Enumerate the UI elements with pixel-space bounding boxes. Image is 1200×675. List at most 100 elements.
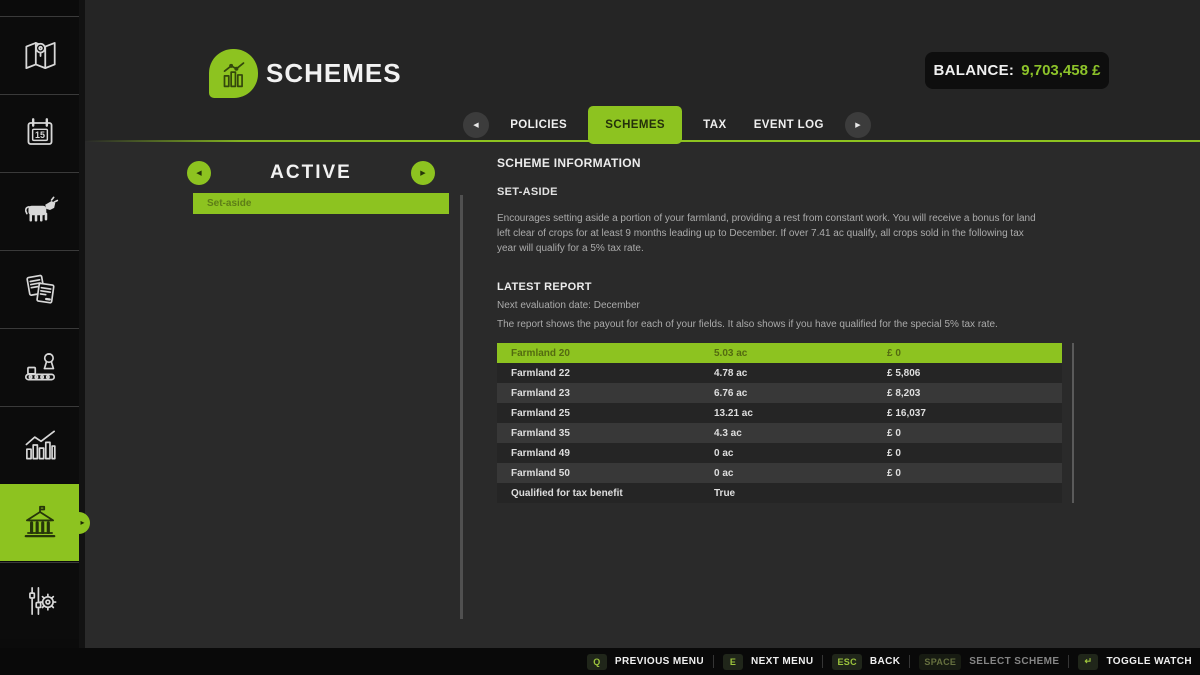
field-area-cell: 6.76 ac <box>714 388 887 399</box>
shortcut-next-menu: E NEXT MENU <box>723 654 814 670</box>
footer-shortcut-bar: Q PREVIOUS MENU E NEXT MENU ESC BACK SPA… <box>0 648 1200 675</box>
footer-separator <box>822 655 823 668</box>
field-area-cell: 0 ac <box>714 448 887 459</box>
table-row-qualified[interactable]: Qualified for tax benefit True <box>497 483 1062 503</box>
chevron-right-icon: ▶ <box>855 121 860 129</box>
cow-icon <box>19 190 61 232</box>
field-area-cell: True <box>714 488 887 499</box>
field-payout-cell: £ 0 <box>887 468 1062 479</box>
scheme-description: Encourages setting aside a portion of yo… <box>497 212 1045 256</box>
key-esc: ESC <box>832 654 861 670</box>
field-area-cell: 4.78 ac <box>714 368 887 379</box>
balance-display: BALANCE: 9,703,458 £ <box>925 52 1109 89</box>
field-payout-cell: £ 8,203 <box>887 388 1062 399</box>
field-name-cell: Farmland 35 <box>511 428 714 439</box>
field-name-cell: Qualified for tax benefit <box>511 488 714 499</box>
latest-report-heading: LATEST REPORT <box>497 281 592 293</box>
sidebar-item-calendar[interactable]: 15 <box>0 94 79 171</box>
field-area-cell: 13.21 ac <box>714 408 887 419</box>
table-scrollbar[interactable] <box>1072 343 1074 503</box>
field-name-cell: Farmland 50 <box>511 468 714 479</box>
table-row[interactable]: Farmland 49 0 ac £ 0 <box>497 443 1062 463</box>
panel-scrollbar[interactable] <box>460 195 463 619</box>
active-sidebar-bump: ▸ <box>68 512 90 534</box>
sidebar-item-statistics[interactable] <box>0 406 79 483</box>
field-payout-cell: £ 0 <box>887 428 1062 439</box>
field-payout-cell: £ 0 <box>887 448 1062 459</box>
field-name-cell: Farmland 23 <box>511 388 714 399</box>
page-title: SCHEMES <box>266 58 402 89</box>
active-bump-arrow-icon: ▸ <box>80 519 84 527</box>
table-row[interactable]: Farmland 22 4.78 ac £ 5,806 <box>497 363 1062 383</box>
sidebar-item-settings[interactable] <box>0 562 79 639</box>
field-name-cell: Farmland 49 <box>511 448 714 459</box>
tab-tax[interactable]: TAX <box>697 119 732 131</box>
key-space: SPACE <box>919 654 961 670</box>
active-schemes-header: ◀ ACTIVE ▶ <box>187 160 435 185</box>
sidebar-item-production[interactable] <box>0 328 79 405</box>
shortcut-label: BACK <box>870 656 901 667</box>
statistics-icon <box>19 424 61 466</box>
balance-value: 9,703,458 £ <box>1021 62 1100 79</box>
sidebar-item-map[interactable] <box>0 16 79 93</box>
chart-logo-icon <box>215 55 253 93</box>
field-area-cell: 5.03 ac <box>714 348 887 359</box>
sidebar-item-finance[interactable]: ▸ <box>0 484 79 561</box>
table-row[interactable]: Farmland 23 6.76 ac £ 8,203 <box>497 383 1062 403</box>
chevron-right-icon: ▶ <box>420 169 425 177</box>
table-row[interactable]: Farmland 50 0 ac £ 0 <box>497 463 1062 483</box>
shortcut-label: PREVIOUS MENU <box>615 656 704 667</box>
schemes-screen: 15 <box>0 0 1200 675</box>
active-scheme-list: Set-aside <box>193 193 449 214</box>
shortcut-label: TOGGLE WATCH <box>1106 656 1192 667</box>
contracts-icon <box>19 268 61 310</box>
table-row[interactable]: Farmland 25 13.21 ac £ 16,037 <box>497 403 1062 423</box>
field-payout-cell: £ 16,037 <box>887 408 1062 419</box>
calendar-icon: 15 <box>19 112 61 154</box>
production-icon <box>19 346 61 388</box>
field-name-cell: Farmland 25 <box>511 408 714 419</box>
footer-separator <box>713 655 714 668</box>
balance-label: BALANCE: <box>934 62 1015 79</box>
next-evaluation-date: Next evaluation date: December <box>497 300 640 311</box>
table-row[interactable]: Farmland 35 4.3 ac £ 0 <box>497 423 1062 443</box>
field-area-cell: 4.3 ac <box>714 428 887 439</box>
sidebar: 15 <box>0 0 79 675</box>
scheme-list-item-set-aside[interactable]: Set-aside <box>193 193 449 214</box>
schemes-logo <box>209 49 258 98</box>
tabs-prev-button[interactable]: ◀ <box>463 112 489 138</box>
payout-table: Farmland 20 5.03 ac £ 0 Farmland 22 4.78… <box>497 343 1062 503</box>
sidebar-item-contracts[interactable] <box>0 250 79 327</box>
shortcut-previous-menu: Q PREVIOUS MENU <box>587 654 704 670</box>
scheme-name-heading: SET-ASIDE <box>497 186 558 198</box>
field-payout-cell: £ 5,806 <box>887 368 1062 379</box>
tab-bar: ◀ POLICIES SCHEMES TAX EVENT LOG ▶ <box>463 106 871 144</box>
table-row[interactable]: Farmland 20 5.03 ac £ 0 <box>497 343 1062 363</box>
chevron-left-icon: ◀ <box>196 169 201 177</box>
footer-separator <box>1068 655 1069 668</box>
bank-icon <box>19 502 61 544</box>
tab-schemes[interactable]: SCHEMES <box>588 106 682 144</box>
calendar-day-label: 15 <box>35 130 45 140</box>
field-name-cell: Farmland 22 <box>511 368 714 379</box>
enter-key-icon: ↵ <box>1078 654 1098 670</box>
tab-policies[interactable]: POLICIES <box>504 119 573 131</box>
shortcut-back: ESC BACK <box>832 654 900 670</box>
active-next-button[interactable]: ▶ <box>411 161 435 185</box>
key-q: Q <box>587 654 607 670</box>
shortcut-label: SELECT SCHEME <box>969 656 1059 667</box>
settings-icon <box>19 580 61 622</box>
active-prev-button[interactable]: ◀ <box>187 161 211 185</box>
chevron-left-icon: ◀ <box>473 121 478 129</box>
footer-separator <box>909 655 910 668</box>
shortcut-select-scheme: SPACE SELECT SCHEME <box>919 654 1059 670</box>
field-name-cell: Farmland 20 <box>511 348 714 359</box>
report-note: The report shows the payout for each of … <box>497 319 998 330</box>
tabs-next-button[interactable]: ▶ <box>845 112 871 138</box>
active-panel-title: ACTIVE <box>270 162 352 184</box>
tab-event-log[interactable]: EVENT LOG <box>748 119 830 131</box>
sidebar-item-animals[interactable] <box>0 172 79 249</box>
sidebar-gap <box>79 0 85 675</box>
section-title: SCHEME INFORMATION <box>497 156 641 170</box>
field-area-cell: 0 ac <box>714 468 887 479</box>
